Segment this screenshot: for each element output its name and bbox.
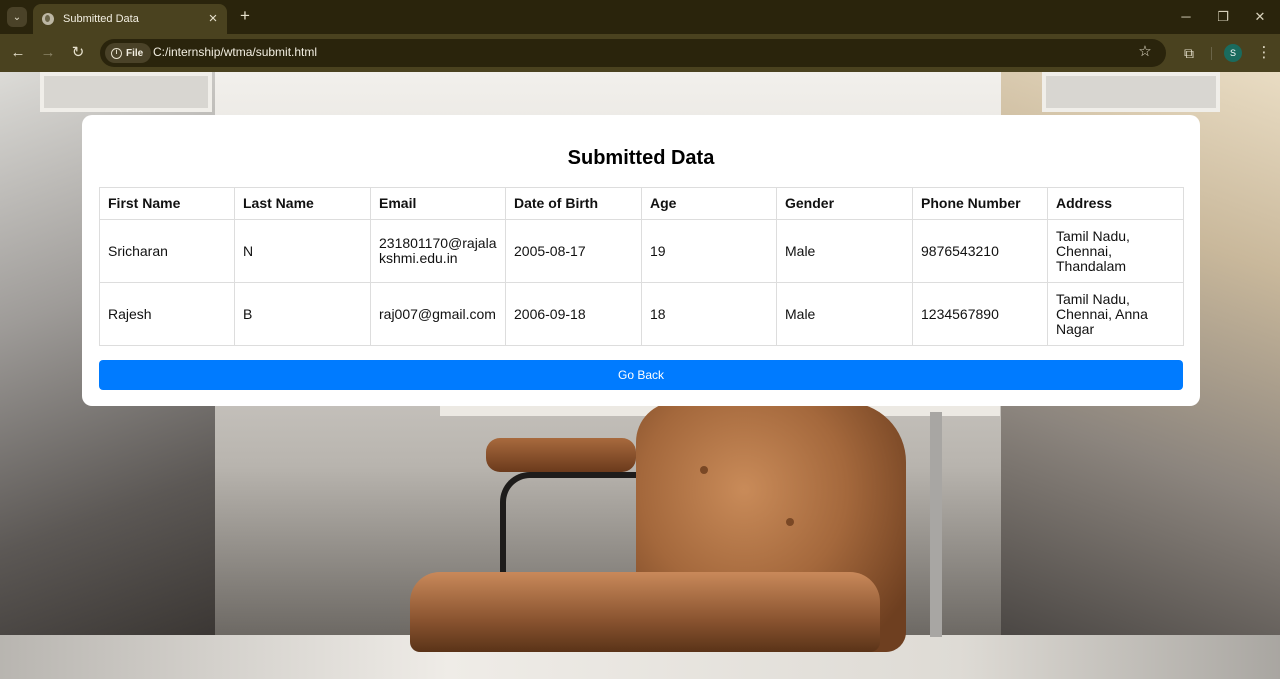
url-text[interactable]: C:/internship/wtma/submit.html xyxy=(153,45,317,59)
cell-address: Tamil Nadu, Chennai, Thandalam xyxy=(1047,219,1184,283)
chair-tuft xyxy=(700,466,708,474)
chair-seat xyxy=(410,572,880,652)
chair-armrest xyxy=(486,438,636,472)
cell-age: 18 xyxy=(641,282,777,346)
back-arrow-icon[interactable]: ← xyxy=(8,43,28,63)
info-icon: i xyxy=(111,47,122,59)
site-info-chip[interactable]: i File xyxy=(105,43,152,63)
new-tab-button[interactable]: + xyxy=(236,7,254,25)
header-address: Address xyxy=(1047,187,1184,220)
page-viewport: Submitted Data First Name Last Name Emai… xyxy=(0,72,1280,679)
minimize-icon[interactable]: ─ xyxy=(1177,8,1195,26)
cell-phone-number: 1234567890 xyxy=(912,282,1048,346)
tab-title: Submitted Data xyxy=(63,13,139,25)
cell-first-name: Rajesh xyxy=(99,282,235,346)
cell-gender: Male xyxy=(776,282,913,346)
submitted-data-card: Submitted Data First Name Last Name Emai… xyxy=(82,115,1200,406)
cell-date-of-birth: 2005-08-17 xyxy=(505,219,642,283)
wall-frame-left xyxy=(40,72,212,112)
cell-address: Tamil Nadu, Chennai, Anna Nagar xyxy=(1047,282,1184,346)
close-window-icon[interactable]: ✕ xyxy=(1251,8,1269,26)
profile-avatar[interactable]: S xyxy=(1224,44,1242,62)
header-phone-number: Phone Number xyxy=(912,187,1048,220)
header-first-name: First Name xyxy=(99,187,235,220)
submitted-data-table: First Name Last Name Email Date of Birth… xyxy=(99,187,1184,346)
browser-toolbar: ← → ↻ i File C:/internship/wtma/submit.h… xyxy=(0,34,1280,72)
table-row: Rajesh B raj007@gmail.com 2006-09-18 18 … xyxy=(99,282,1184,346)
cell-last-name: B xyxy=(234,282,371,346)
header-gender: Gender xyxy=(776,187,913,220)
extensions-puzzle-icon[interactable]: ⧉ xyxy=(1180,43,1198,61)
site-info-label: File xyxy=(126,47,144,59)
header-email: Email xyxy=(370,187,506,220)
cell-last-name: N xyxy=(234,219,371,283)
toolbar-divider xyxy=(1211,47,1212,60)
chair-tuft xyxy=(786,518,794,526)
active-tab[interactable]: Submitted Data × xyxy=(33,4,227,34)
cell-phone-number: 9876543210 xyxy=(912,219,1048,283)
browser-tab-bar: ⌄ Submitted Data × + ─ ❐ ✕ xyxy=(0,0,1280,34)
reload-icon[interactable]: ↻ xyxy=(68,43,88,63)
more-menu-icon[interactable]: ⋮ xyxy=(1256,43,1272,63)
go-back-button[interactable]: Go Back xyxy=(99,360,1183,390)
cell-gender: Male xyxy=(776,219,913,283)
page-title: Submitted Data xyxy=(567,147,715,169)
tab-search-chevron-icon[interactable]: ⌄ xyxy=(7,7,27,27)
cell-email: raj007@gmail.com xyxy=(370,282,506,346)
cell-email: 231801170@rajalakshmi.edu.in xyxy=(370,219,506,283)
wall-frame-right xyxy=(1042,72,1220,112)
bookmark-star-icon[interactable]: ☆ xyxy=(1136,43,1154,61)
cell-first-name: Sricharan xyxy=(99,219,235,283)
cell-age: 19 xyxy=(641,219,777,283)
globe-icon xyxy=(42,13,54,25)
header-age: Age xyxy=(641,187,777,220)
forward-arrow-icon[interactable]: → xyxy=(38,43,58,63)
close-tab-icon[interactable]: × xyxy=(205,11,221,27)
table-header-row: First Name Last Name Email Date of Birth… xyxy=(99,187,1184,220)
header-last-name: Last Name xyxy=(234,187,371,220)
header-date-of-birth: Date of Birth xyxy=(505,187,642,220)
address-bar[interactable]: i File C:/internship/wtma/submit.html ☆ xyxy=(100,39,1166,67)
restore-icon[interactable]: ❐ xyxy=(1214,8,1232,26)
desk-leg xyxy=(930,412,942,637)
cell-date-of-birth: 2006-09-18 xyxy=(505,282,642,346)
table-row: Sricharan N 231801170@rajalakshmi.edu.in… xyxy=(99,219,1184,283)
